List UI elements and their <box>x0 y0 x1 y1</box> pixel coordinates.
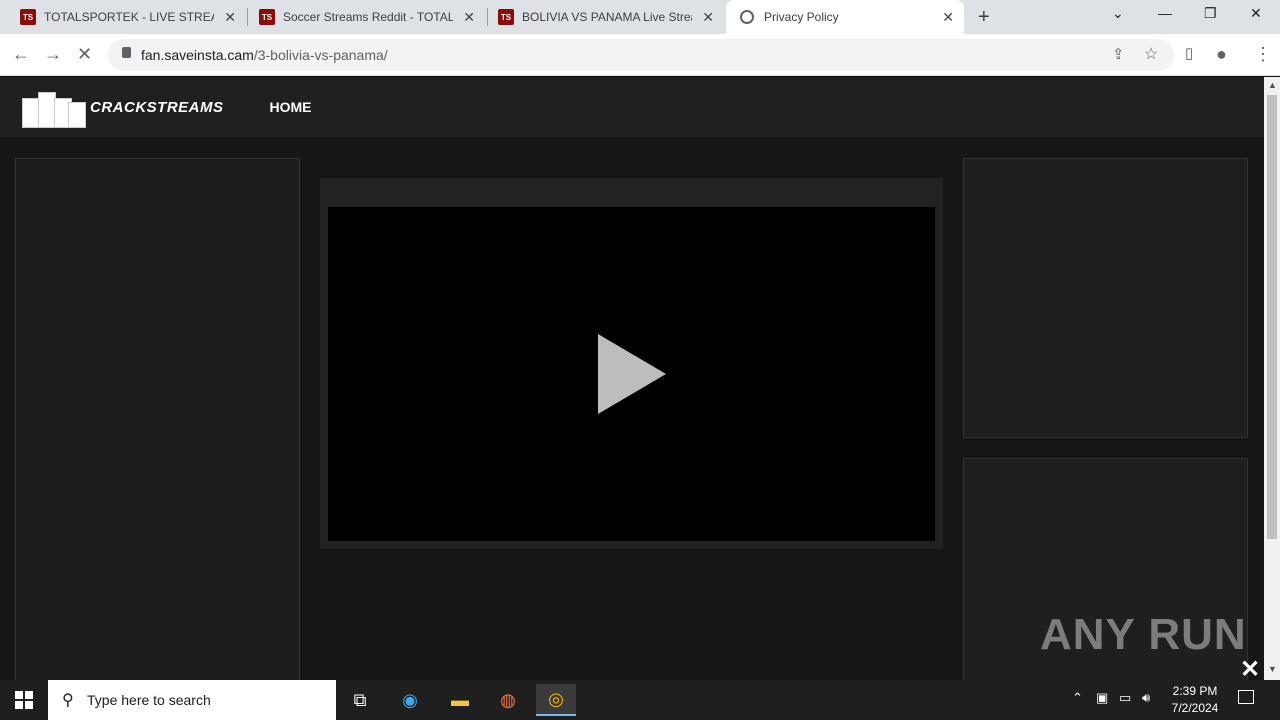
ts-favicon-icon: TS <box>20 9 36 25</box>
page-scrollbar[interactable]: ▲ ▼ <box>1264 77 1280 680</box>
task-view-icon[interactable]: ⧉ <box>340 684 380 716</box>
ad-panel-right-top <box>963 158 1248 438</box>
file-explorer-icon[interactable]: ▬ <box>440 684 480 716</box>
site-header: CRACKSTREAMS HOME <box>0 77 1264 137</box>
windows-logo-icon <box>15 691 33 709</box>
video-player[interactable] <box>328 207 935 541</box>
window-close-button[interactable]: ✕ <box>1250 5 1262 22</box>
start-button[interactable] <box>0 680 48 720</box>
ts-favicon-icon: TS <box>259 9 275 25</box>
tab-title: Privacy Policy <box>764 10 839 24</box>
clock-date: 7/2/2024 <box>1171 701 1219 715</box>
crackstreams-logo[interactable]: CRACKSTREAMS <box>20 86 224 128</box>
scroll-thumb[interactable] <box>1267 95 1277 539</box>
play-icon[interactable] <box>598 334 666 414</box>
web-page: CRACKSTREAMS HOME <box>0 77 1264 680</box>
tab-privacy-policy[interactable]: Privacy Policy ✕ <box>726 0 964 34</box>
volume-icon[interactable]: 🔊︎ <box>1142 690 1150 706</box>
scroll-up-icon[interactable]: ▲ <box>1268 80 1277 90</box>
chrome-icon[interactable]: ◎ <box>536 684 576 716</box>
system-clock[interactable]: 2:39 PM 7/2/2024 <box>1160 683 1230 717</box>
taskbar-search-box[interactable]: ⚲ Type here to search <box>48 680 336 720</box>
search-placeholder: Type here to search <box>87 692 211 708</box>
tray-device-icon[interactable]: ▣ <box>1096 690 1108 706</box>
tab-title: Soccer Streams Reddit - TOTALSP <box>283 10 453 24</box>
menu-kebab-icon[interactable]: ⋮ <box>1254 44 1272 65</box>
browser-toolbar: ← → ✕ fan.saveinsta.cam/3-bolivia-vs-pan… <box>0 34 1280 76</box>
profile-avatar-icon[interactable]: ● <box>1216 44 1227 65</box>
forward-arrow-icon[interactable]: → <box>44 44 62 65</box>
new-tab-button[interactable]: + <box>978 6 990 29</box>
url-path: /3-bolivia-vs-panama/ <box>253 47 388 63</box>
scroll-down-icon[interactable]: ▼ <box>1268 664 1277 674</box>
anyrun-watermark: ANY RUN <box>1040 610 1247 659</box>
tray-chevron-icon[interactable]: ⌃ <box>1072 690 1083 706</box>
nav-home-link[interactable]: HOME <box>270 99 312 115</box>
windows-taskbar: ⚲ Type here to search ⧉ ◉ ▬ ◍ ◎ ⌃ ▣ ▭ 🔊︎… <box>0 680 1280 720</box>
logo-text: CRACKSTREAMS <box>90 98 224 116</box>
tab-title: BOLIVIA VS PANAMA Live Stream <box>522 10 692 24</box>
minimize-button[interactable]: — <box>1158 5 1172 21</box>
video-player-container <box>320 178 943 549</box>
tab-soccer-streams[interactable]: TS Soccer Streams Reddit - TOTALSP ✕ <box>239 0 485 34</box>
lock-icon <box>122 47 131 58</box>
browser-tab-bar: TS TOTALSPORTEK - LIVE STREAMS ✕ TS Socc… <box>0 0 1280 34</box>
back-arrow-icon[interactable]: ← <box>12 44 30 65</box>
bookmark-star-icon[interactable]: ☆ <box>1144 44 1158 64</box>
edge-icon[interactable]: ◉ <box>390 684 430 716</box>
close-tab-icon[interactable]: ✕ <box>463 9 475 26</box>
search-icon: ⚲ <box>62 692 74 709</box>
tab-title: TOTALSPORTEK - LIVE STREAMS <box>44 10 214 24</box>
side-panel-icon[interactable]: ▯ <box>1185 44 1193 62</box>
tab-search-chevron-icon[interactable]: ⌄ <box>1112 5 1124 22</box>
clock-time: 2:39 PM <box>1172 684 1218 698</box>
share-icon[interactable]: ⇪ <box>1112 45 1125 63</box>
logo-cards-icon <box>20 86 86 128</box>
globe-icon <box>740 10 754 24</box>
stop-loading-icon[interactable]: ✕ <box>77 44 92 65</box>
close-tab-icon[interactable]: ✕ <box>224 9 236 26</box>
ts-favicon-icon: TS <box>498 9 514 25</box>
close-tab-icon[interactable]: ✕ <box>702 9 714 26</box>
notification-center-icon[interactable] <box>1238 690 1254 704</box>
ad-panel-left <box>15 158 300 680</box>
firefox-icon[interactable]: ◍ <box>488 684 528 716</box>
tab-bolivia-panama[interactable]: TS BOLIVIA VS PANAMA Live Stream ✕ <box>478 0 724 34</box>
close-tab-icon[interactable]: ✕ <box>942 9 954 26</box>
address-bar[interactable]: fan.saveinsta.cam/3-bolivia-vs-panama/ ⇪… <box>108 39 1174 71</box>
tab-totalsportek[interactable]: TS TOTALSPORTEK - LIVE STREAMS ✕ <box>0 0 246 34</box>
restore-button[interactable]: ❐ <box>1204 5 1217 22</box>
url-text[interactable]: fan.saveinsta.cam/3-bolivia-vs-panama/ <box>141 47 388 63</box>
network-icon[interactable]: ▭ <box>1119 690 1131 706</box>
url-domain: fan.saveinsta.cam <box>141 47 254 63</box>
